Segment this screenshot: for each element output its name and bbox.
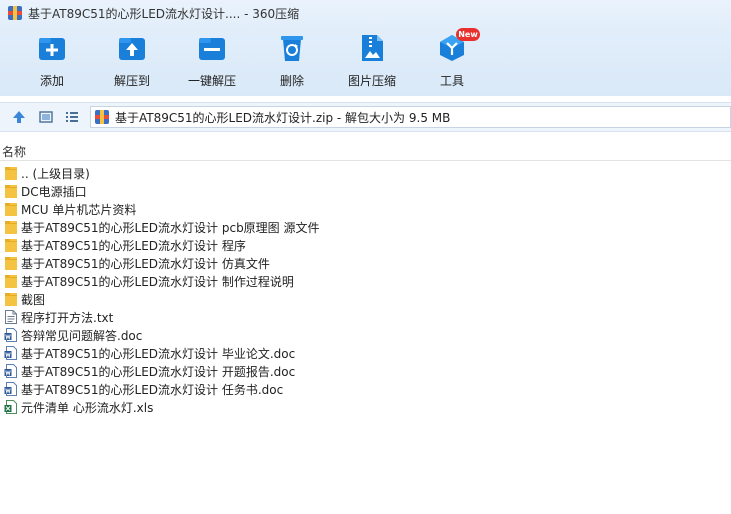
add-icon xyxy=(39,38,65,60)
image-compress-label: 图片压缩 xyxy=(347,74,396,88)
one-click-extract-icon xyxy=(199,38,225,60)
word-doc-icon xyxy=(4,345,18,361)
tools-label: 工具 xyxy=(439,74,464,88)
file-name: 基于AT89C51的心形LED流水灯设计 制作过程说明 xyxy=(21,274,294,289)
file-list-item[interactable]: 基于AT89C51的心形LED流水灯设计 任务书.doc xyxy=(0,380,731,398)
word-doc-icon xyxy=(4,381,18,397)
word-doc-icon xyxy=(4,363,18,379)
file-list-item[interactable]: 基于AT89C51的心形LED流水灯设计 程序 xyxy=(0,236,731,254)
archive-app-icon xyxy=(8,6,22,20)
excel-file-icon xyxy=(4,399,18,415)
text-file-icon xyxy=(4,309,18,325)
file-name: 基于AT89C51的心形LED流水灯设计 程序 xyxy=(21,238,246,253)
file-name: .. (上级目录) xyxy=(21,166,90,181)
file-list-item[interactable]: 基于AT89C51的心形LED流水灯设计 毕业论文.doc xyxy=(0,344,731,362)
recycle-delete-icon xyxy=(281,36,303,61)
add-label: 添加 xyxy=(39,74,64,88)
file-name: 元件清单 心形流水灯.xls xyxy=(21,400,154,415)
folder-icon xyxy=(4,165,18,181)
image-compress-button[interactable]: 图片压缩 xyxy=(332,34,412,94)
word-doc-icon xyxy=(4,327,18,343)
image-compress-icon xyxy=(362,35,383,61)
file-name: 答辩常见问题解答.doc xyxy=(21,328,143,343)
file-list-item[interactable]: 程序打开方法.txt xyxy=(0,308,731,326)
file-name: MCU 单片机芯片资料 xyxy=(21,202,137,217)
extract-to-icon xyxy=(119,38,145,60)
folder-icon xyxy=(4,273,18,289)
file-list-item[interactable]: 基于AT89C51的心形LED流水灯设计 pcb原理图 源文件 xyxy=(0,218,731,236)
title-bar: 基于AT89C51的心形LED流水灯设计.... - 360压缩 xyxy=(0,0,731,26)
file-list-item[interactable]: 基于AT89C51的心形LED流水灯设计 仿真文件 xyxy=(0,254,731,272)
one-click-extract-label: 一键解压 xyxy=(187,74,236,88)
file-name: 基于AT89C51的心形LED流水灯设计 毕业论文.doc xyxy=(21,346,296,361)
new-badge: New xyxy=(456,28,480,41)
main-toolbar: 添加 解压到 一键解压 删除 图片压缩 工具 xyxy=(0,26,731,96)
file-list-item[interactable]: .. (上级目录) xyxy=(0,164,731,182)
delete-button[interactable]: 删除 xyxy=(252,34,332,94)
list-view-icon[interactable] xyxy=(63,108,81,126)
file-list-item[interactable]: 元件清单 心形流水灯.xls xyxy=(0,398,731,416)
extract-to-label: 解压到 xyxy=(113,74,150,88)
add-button[interactable]: 添加 xyxy=(12,34,92,94)
extract-to-button[interactable]: 解压到 xyxy=(92,34,172,94)
folder-icon xyxy=(4,201,18,217)
file-list-item[interactable]: 基于AT89C51的心形LED流水灯设计 制作过程说明 xyxy=(0,272,731,290)
file-name: 基于AT89C51的心形LED流水灯设计 pcb原理图 源文件 xyxy=(21,220,320,235)
folder-icon xyxy=(4,219,18,235)
file-name: 截图 xyxy=(21,292,46,307)
file-name: DC电源插口 xyxy=(21,184,87,199)
path-field[interactable]: 基于AT89C51的心形LED流水灯设计.zip - 解包大小为 9.5 MB xyxy=(90,106,731,128)
folder-icon xyxy=(4,237,18,253)
window-title: 基于AT89C51的心形LED流水灯设计.... - 360压缩 xyxy=(28,6,300,21)
folder-icon xyxy=(4,183,18,199)
file-name: 基于AT89C51的心形LED流水灯设计 任务书.doc xyxy=(21,382,284,397)
file-name: 基于AT89C51的心形LED流水灯设计 仿真文件 xyxy=(21,256,270,271)
file-list: .. (上级目录) DC电源插口 MCU 单片机芯片资料基于AT89C51的心形LE… xyxy=(0,164,731,416)
zip-archive-icon xyxy=(95,110,109,124)
thumbnail-view-icon[interactable] xyxy=(37,108,55,126)
file-list-item[interactable]: MCU 单片机芯片资料 xyxy=(0,200,731,218)
column-header-label: 名称 xyxy=(2,145,27,159)
file-name: 程序打开方法.txt xyxy=(21,310,114,325)
folder-icon xyxy=(4,291,18,307)
folder-icon xyxy=(4,255,18,271)
delete-label: 删除 xyxy=(279,74,304,88)
file-list-item[interactable]: 答辩常见问题解答.doc xyxy=(0,326,731,344)
file-list-item[interactable]: DC电源插口 xyxy=(0,182,731,200)
file-name: 基于AT89C51的心形LED流水灯设计 开题报告.doc xyxy=(21,364,296,379)
address-bar: 基于AT89C51的心形LED流水灯设计.zip - 解包大小为 9.5 MB xyxy=(0,102,731,132)
file-list-item[interactable]: 截图 xyxy=(0,290,731,308)
up-arrow-icon[interactable] xyxy=(10,108,28,126)
one-click-extract-button[interactable]: 一键解压 xyxy=(172,34,252,94)
path-text: 基于AT89C51的心形LED流水灯设计.zip - 解包大小为 9.5 MB xyxy=(115,110,451,125)
tools-button[interactable]: 工具 xyxy=(412,34,492,94)
file-list-item[interactable]: 基于AT89C51的心形LED流水灯设计 开题报告.doc xyxy=(0,362,731,380)
column-header-name[interactable]: 名称 xyxy=(0,140,731,161)
